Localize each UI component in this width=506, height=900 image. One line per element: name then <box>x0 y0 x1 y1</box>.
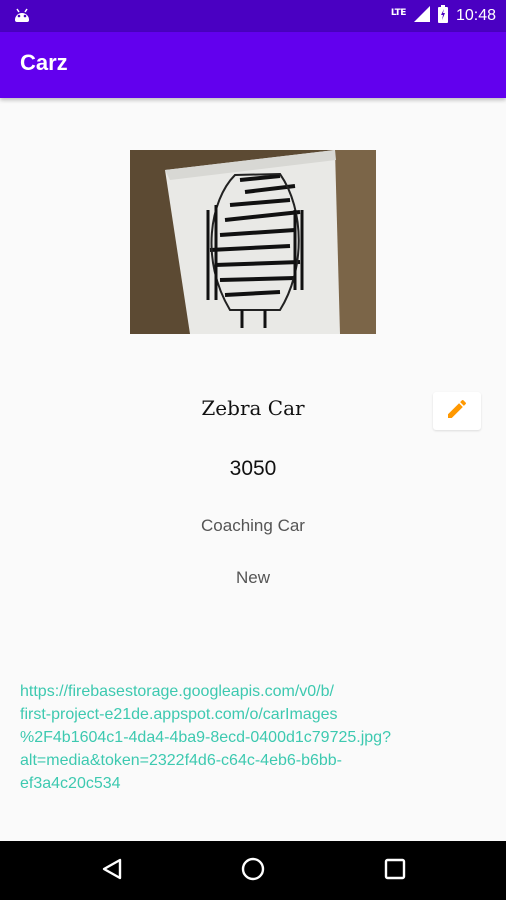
url-line: %2F4b1604c1-4da4-4ba9-8ecd-0400d1c79725.… <box>20 729 391 746</box>
url-line: ef3a4c20c534 <box>20 775 121 792</box>
pencil-icon <box>445 397 469 425</box>
navigation-bar <box>0 841 506 900</box>
url-line: https://firebasestorage.googleapis.com/v… <box>20 683 334 700</box>
home-icon <box>240 856 266 886</box>
signal-icon <box>413 6 430 26</box>
app-bar: Carz <box>0 32 506 98</box>
car-name-row: Zebra Car <box>0 392 506 430</box>
car-condition: New <box>235 568 270 587</box>
status-time: 10:48 <box>455 7 496 24</box>
edit-button[interactable] <box>433 392 481 430</box>
url-line: first-project-e21de.appspot.com/o/carIma… <box>20 706 338 723</box>
recents-icon <box>384 858 406 884</box>
car-name: Zebra Car <box>201 396 305 420</box>
url-line: alt=media&token=2322f4d6-c64c-4eb6-b6bb- <box>20 752 343 769</box>
image-url-link[interactable]: https://firebasestorage.googleapis.com/v… <box>20 680 486 795</box>
android-icon <box>12 6 32 28</box>
back-icon <box>100 857 124 885</box>
back-button[interactable] <box>97 856 127 886</box>
car-photo <box>130 150 376 334</box>
recents-button[interactable] <box>380 856 410 886</box>
home-button[interactable] <box>238 856 268 886</box>
car-type: Coaching Car <box>201 516 305 535</box>
app-title: Carz <box>20 50 68 75</box>
battery-icon <box>437 5 448 27</box>
car-price: 3050 <box>229 457 277 480</box>
network-type-label: LTE <box>390 8 407 18</box>
status-bar: LTE 10:48 <box>0 0 506 32</box>
